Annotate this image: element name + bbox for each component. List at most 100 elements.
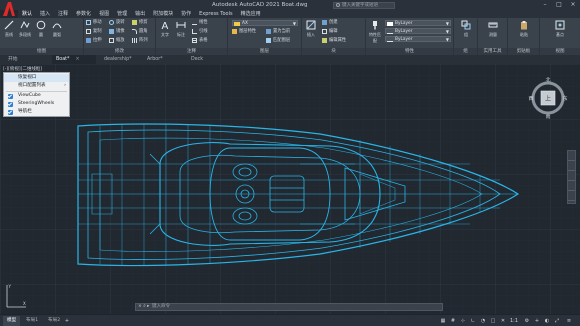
- rotate-button[interactable]: 旋转: [109, 19, 125, 26]
- tab-insert[interactable]: 插入: [36, 10, 54, 18]
- minimize-icon[interactable]: –: [538, 0, 552, 10]
- set-current-button[interactable]: 置为当前: [266, 28, 290, 35]
- color-dropdown[interactable]: ByLayer ▼: [385, 20, 451, 26]
- tab-boat[interactable]: Boat* ×: [52, 55, 96, 64]
- snap-icon[interactable]: ⊹: [460, 318, 466, 324]
- showmotion-icon[interactable]: [568, 194, 575, 201]
- tab-view[interactable]: 视图: [95, 10, 113, 18]
- command-input[interactable]: 键入命令: [152, 304, 170, 310]
- menu-item-viewport-config[interactable]: 视口配置列表 ›: [4, 82, 69, 90]
- modify-panel-title[interactable]: 修改: [84, 48, 155, 55]
- mirror-button[interactable]: 镜像: [109, 28, 125, 35]
- layer-dropdown[interactable]: AX ▼: [232, 20, 298, 26]
- viewcube-widget[interactable]: 上 北 南 西 东: [528, 76, 568, 121]
- properties-panel-title[interactable]: 特性: [366, 48, 453, 55]
- plus-icon[interactable]: +: [534, 318, 540, 324]
- scale-button[interactable]: 缩放: [109, 37, 125, 44]
- isolate-icon[interactable]: ◐: [544, 318, 550, 324]
- tab-manage[interactable]: 管理: [113, 10, 131, 18]
- move-button[interactable]: 移动: [86, 19, 102, 26]
- drawing-canvas[interactable]: [-][俯视][二维线框] 恢复视口 视口配置列表 › ViewCube Stee…: [0, 64, 580, 314]
- polyline-tool-button[interactable]: 多段线: [18, 20, 32, 38]
- tab-output[interactable]: 输出: [131, 10, 149, 18]
- tab-express-tools[interactable]: Express Tools: [195, 10, 236, 18]
- circle-tool-button[interactable]: 圆: [34, 20, 48, 38]
- groups-panel-title[interactable]: 组: [454, 48, 477, 55]
- close-icon[interactable]: ×: [566, 0, 580, 10]
- tab-dealership[interactable]: dealership*: [100, 55, 136, 64]
- tab-addins[interactable]: 附加模块: [149, 10, 177, 18]
- scale-value[interactable]: 1:1: [508, 318, 520, 324]
- pan-icon[interactable]: [568, 164, 575, 171]
- linetype-dropdown[interactable]: ByLayer ▼: [385, 28, 451, 34]
- model-space-icon[interactable]: ▦: [440, 318, 446, 324]
- search-input[interactable]: 键入关键字或短语: [333, 1, 395, 9]
- compass-east[interactable]: 东: [562, 95, 567, 102]
- block-panel-title[interactable]: 块: [302, 48, 365, 55]
- tab-layout2[interactable]: 布局2: [44, 316, 64, 326]
- group-button[interactable]: 组: [459, 20, 473, 38]
- arc-tool-button[interactable]: 圆弧: [50, 20, 64, 38]
- command-line[interactable]: × ⌕ ▸ 键入命令: [135, 303, 443, 311]
- add-layout-icon[interactable]: +: [64, 318, 70, 324]
- array-button[interactable]: 阵列: [132, 37, 148, 44]
- maximize-icon[interactable]: □: [552, 0, 566, 10]
- annotation-scale-icon[interactable]: ✕: [500, 318, 506, 324]
- edit-attributes-button[interactable]: 编辑属性: [322, 37, 346, 44]
- draw-panel-title[interactable]: 绘图: [0, 48, 83, 55]
- autocad-logo-icon[interactable]: [2, 1, 16, 17]
- match-layer-button[interactable]: 匹配图层: [266, 37, 290, 44]
- base-point-button[interactable]: 基点: [553, 20, 567, 38]
- dimension-tool-button[interactable]: 标注: [174, 20, 188, 38]
- grid-icon[interactable]: #: [450, 318, 456, 324]
- tab-model[interactable]: 模型: [3, 316, 21, 326]
- fullscreen-icon[interactable]: ⤢: [554, 318, 560, 324]
- gear-icon[interactable]: ⚙: [524, 318, 530, 324]
- line-tool-button[interactable]: 直线: [2, 20, 16, 38]
- polar-icon[interactable]: ◔: [480, 318, 486, 324]
- compass-west[interactable]: 西: [528, 96, 533, 102]
- tab-annotate[interactable]: 注释: [54, 10, 72, 18]
- compass-north[interactable]: 北: [545, 77, 550, 84]
- trim-button[interactable]: 修剪: [132, 19, 148, 26]
- table-button[interactable]: 表格: [192, 37, 208, 44]
- stretch-button[interactable]: 拉伸: [86, 37, 102, 44]
- leader-button[interactable]: 引线: [192, 28, 208, 35]
- layer-properties-button[interactable]: 图层特性: [232, 28, 256, 35]
- paste-button[interactable]: 粘贴: [517, 20, 531, 38]
- menu-item-steeringwheels[interactable]: SteeringWheels: [4, 100, 69, 108]
- ortho-icon[interactable]: ∟: [470, 318, 476, 324]
- measure-button[interactable]: 测量: [486, 20, 500, 38]
- menu-item-navbar[interactable]: 导航栏: [4, 108, 69, 116]
- annotation-panel-title[interactable]: 注释: [156, 48, 227, 55]
- zoom-icon[interactable]: [568, 174, 575, 181]
- tab-layout1[interactable]: 布局1: [22, 316, 42, 326]
- text-tool-button[interactable]: A 文字: [158, 20, 172, 38]
- menu-item-viewcube[interactable]: ViewCube: [4, 92, 69, 100]
- utilities-panel-title[interactable]: 实用工具: [478, 48, 507, 55]
- osnap-icon[interactable]: □: [490, 318, 496, 324]
- layers-panel-title[interactable]: 图层: [228, 48, 301, 55]
- lineweight-dropdown[interactable]: ByLayer ▼: [385, 36, 451, 42]
- tab-arbor[interactable]: Arbor*: [143, 55, 167, 64]
- linear-button[interactable]: 线性: [192, 19, 208, 26]
- close-icon[interactable]: ×: [75, 57, 79, 62]
- compass-south[interactable]: 南: [545, 113, 550, 120]
- tab-parametric[interactable]: 参数化: [72, 10, 95, 18]
- tab-deck[interactable]: Deck: [187, 55, 207, 64]
- match-properties-button[interactable]: 特性匹配: [368, 20, 382, 44]
- copy-button[interactable]: 复制: [86, 28, 102, 35]
- tab-featured-apps[interactable]: 精选应用: [237, 10, 265, 18]
- clipboard-panel-title[interactable]: 剪贴板: [508, 48, 539, 55]
- create-block-button[interactable]: 创建: [322, 19, 338, 26]
- close-icon[interactable]: × ⌕ ▸: [138, 304, 149, 310]
- customize-menu-icon[interactable]: ≡: [566, 318, 572, 324]
- view-panel-title[interactable]: 视图: [540, 48, 580, 55]
- edit-block-button[interactable]: 编辑: [322, 28, 338, 35]
- insert-block-button[interactable]: 插入: [304, 20, 318, 38]
- orbit-icon[interactable]: [568, 184, 575, 191]
- tab-start[interactable]: 开始: [4, 55, 22, 64]
- full-navigation-wheel-icon[interactable]: [568, 154, 575, 161]
- menu-item-restore-viewport[interactable]: 恢复视口: [4, 74, 69, 82]
- tab-collaborate[interactable]: 协作: [177, 10, 195, 18]
